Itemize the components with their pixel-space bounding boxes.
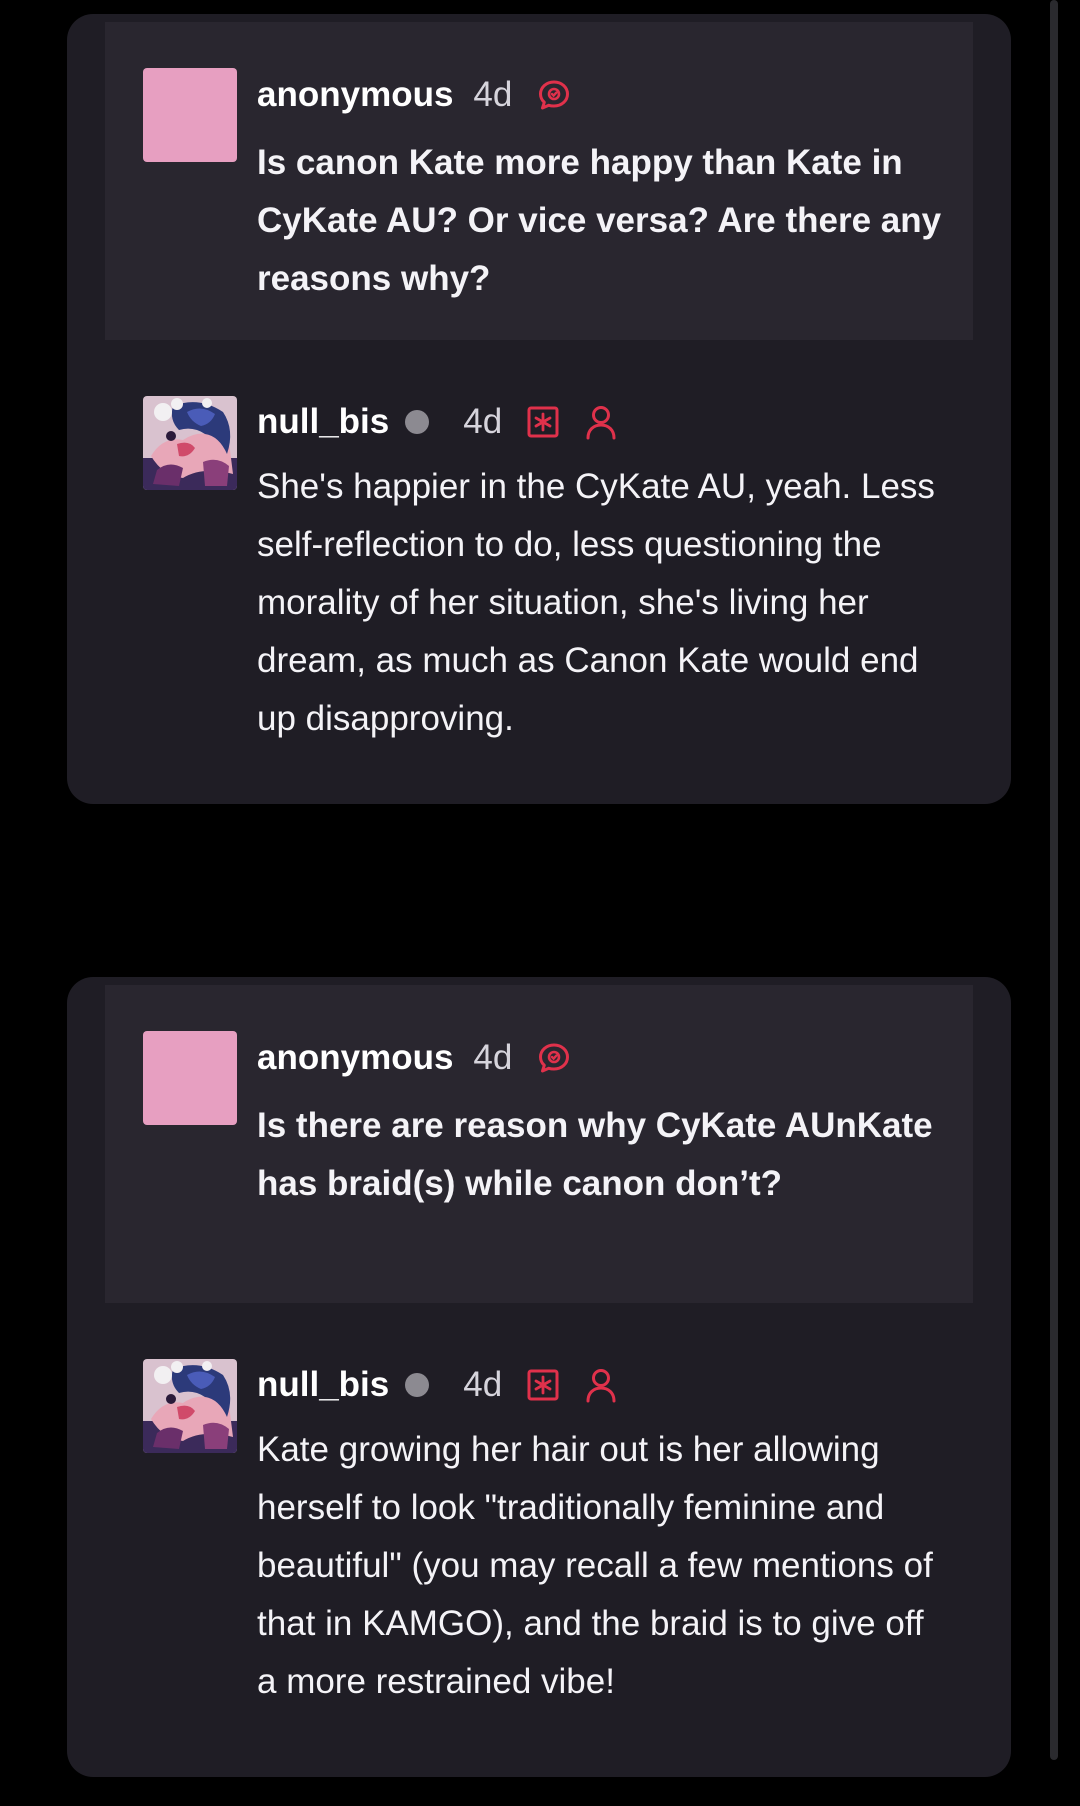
answer-section: null_bis 4d Kate growing her hair out is… bbox=[105, 1303, 973, 1777]
answer-text: Kate growing her hair out is her allowin… bbox=[257, 1430, 933, 1701]
answer-text: She's happier in the CyKate AU, yeah. Le… bbox=[257, 467, 935, 738]
ask-section: anonymous 4d Is canon Kate more happy th… bbox=[105, 22, 973, 340]
answer-timestamp: 4d bbox=[463, 402, 503, 441]
post-card: anonymous 4d Is there are reason why CyK… bbox=[67, 977, 1011, 1777]
status-dot bbox=[405, 410, 430, 434]
anonymous-avatar bbox=[143, 68, 237, 162]
ask-timestamp: 4d bbox=[473, 1038, 513, 1077]
post-card: anonymous 4d Is canon Kate more happy th… bbox=[67, 14, 1011, 804]
answer-section: null_bis 4d She's happier in the CyKate … bbox=[105, 340, 973, 804]
status-dot bbox=[405, 1373, 430, 1397]
answer-timestamp: 4d bbox=[463, 1365, 503, 1404]
answer-username[interactable]: null_bis bbox=[257, 1365, 389, 1405]
speech-bubble-icon bbox=[536, 1040, 572, 1076]
user-avatar[interactable] bbox=[143, 1359, 237, 1453]
ask-question-text: Is there are reason why CyKate AUnKate h… bbox=[257, 1106, 933, 1203]
answer-header: null_bis 4d bbox=[257, 399, 618, 445]
asterisk-box-icon bbox=[526, 405, 560, 439]
ask-username[interactable]: anonymous bbox=[257, 75, 453, 115]
scrollbar[interactable] bbox=[1050, 0, 1058, 1760]
asterisk-box-icon bbox=[526, 1368, 560, 1402]
user-avatar[interactable] bbox=[143, 396, 237, 490]
speech-bubble-icon bbox=[536, 77, 572, 113]
person-icon bbox=[584, 1367, 618, 1403]
ask-timestamp: 4d bbox=[473, 75, 513, 114]
ask-question-text: Is canon Kate more happy than Kate in Cy… bbox=[257, 143, 942, 298]
ask-header: anonymous 4d bbox=[257, 1035, 572, 1081]
answer-header: null_bis 4d bbox=[257, 1362, 618, 1408]
anonymous-avatar bbox=[143, 1031, 237, 1125]
ask-username[interactable]: anonymous bbox=[257, 1038, 453, 1078]
ask-header: anonymous 4d bbox=[257, 72, 572, 118]
answer-username[interactable]: null_bis bbox=[257, 402, 389, 442]
ask-section: anonymous 4d Is there are reason why CyK… bbox=[105, 985, 973, 1303]
person-icon bbox=[584, 404, 618, 440]
